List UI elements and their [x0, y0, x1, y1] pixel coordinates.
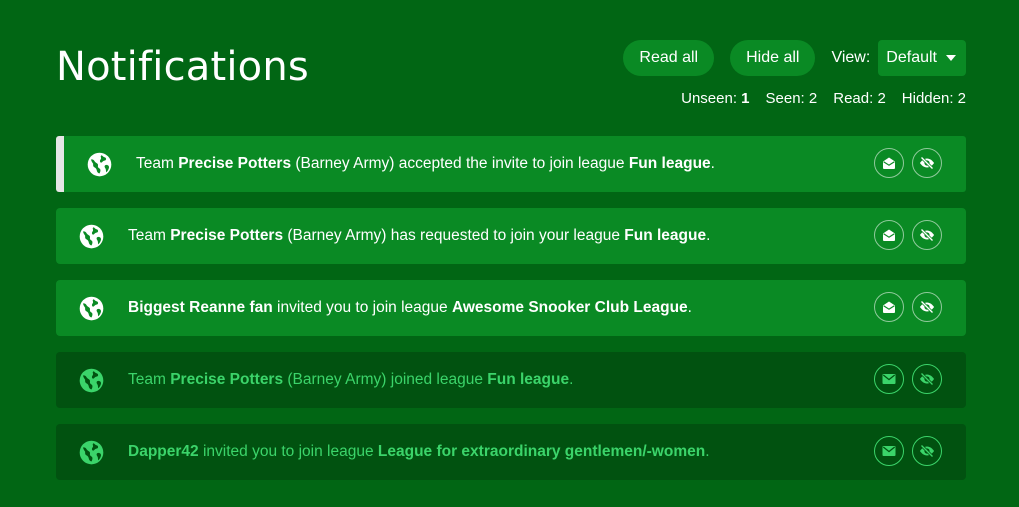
envelope-open-icon: [883, 229, 895, 241]
notification-actions: [866, 436, 942, 466]
envelope-icon: [882, 446, 896, 456]
count-seen: Seen: 2: [765, 90, 818, 107]
caret-down-icon: [946, 55, 956, 61]
view-label: View:: [831, 49, 871, 66]
notification-item[interactable]: Team Precise Potters (Barney Army) has r…: [56, 208, 966, 264]
notification-actions: [866, 364, 942, 394]
message-text: .: [705, 443, 710, 460]
message-entity: Dapper42: [128, 443, 199, 460]
message-text: Team: [136, 155, 179, 172]
message-text: (Barney Army) accepted the invite to joi…: [291, 155, 629, 172]
mark-read-button[interactable]: [874, 148, 904, 178]
notification-actions: [866, 220, 942, 250]
message-entity: Biggest Reanne fan: [128, 299, 273, 316]
hide-button[interactable]: [912, 436, 942, 466]
notification-message: Team Precise Potters (Barney Army) has r…: [128, 227, 710, 245]
globe-icon: [86, 151, 113, 178]
envelope-open-icon: [883, 301, 895, 313]
message-entity: Fun league: [624, 227, 707, 244]
hide-all-button[interactable]: Hide all: [730, 40, 816, 76]
notification-item[interactable]: Dapper42 invited you to join league Leag…: [56, 424, 966, 480]
message-entity: Fun league: [487, 371, 570, 388]
mark-unread-button[interactable]: [874, 436, 904, 466]
view-select-value: Default: [886, 49, 937, 66]
globe-icon: [78, 367, 105, 394]
eye-slash-icon: [920, 444, 934, 458]
notification-message: Team Precise Potters (Barney Army) accep…: [136, 155, 715, 173]
message-text: .: [706, 227, 711, 244]
message-text: .: [687, 299, 692, 316]
message-text: Team: [128, 227, 171, 244]
hide-button[interactable]: [912, 220, 942, 250]
message-text: (Barney Army) joined league: [283, 371, 488, 388]
page-title: Notifications: [56, 44, 309, 90]
hide-button[interactable]: [912, 364, 942, 394]
notification-actions: [866, 292, 942, 322]
notification-item[interactable]: Biggest Reanne fan invited you to join l…: [56, 280, 966, 336]
notification-item[interactable]: Team Precise Potters (Barney Army) accep…: [56, 136, 966, 192]
message-text: invited you to join league: [198, 443, 378, 460]
message-text: .: [710, 155, 715, 172]
message-entity: League for extraordinary gentlemen/-wome…: [377, 443, 706, 460]
globe-icon: [78, 223, 105, 250]
eye-slash-icon: [920, 372, 934, 386]
notification-counts: Unseen: 1 Seen: 2 Read: 2 Hidden: 2: [665, 90, 966, 107]
read-all-button[interactable]: Read all: [623, 40, 715, 76]
eye-slash-icon: [920, 156, 934, 170]
notification-item[interactable]: Team Precise Potters (Barney Army) joine…: [56, 352, 966, 408]
notification-message: Biggest Reanne fan invited you to join l…: [128, 299, 692, 317]
notification-actions: [866, 148, 942, 178]
globe-icon: [78, 439, 105, 466]
message-text: invited you to join league: [272, 299, 452, 316]
mark-unread-button[interactable]: [874, 364, 904, 394]
toolbar: Read all Hide all View: Default: [607, 40, 966, 76]
message-entity: Precise Potters: [170, 371, 284, 388]
eye-slash-icon: [920, 300, 934, 314]
hide-button[interactable]: [912, 148, 942, 178]
message-entity: Awesome Snooker Club League: [451, 299, 688, 316]
envelope-icon: [882, 374, 896, 384]
hide-button[interactable]: [912, 292, 942, 322]
eye-slash-icon: [920, 228, 934, 242]
message-entity: Fun league: [628, 155, 711, 172]
notification-message: Team Precise Potters (Barney Army) joine…: [128, 371, 573, 389]
message-entity: Precise Potters: [178, 155, 292, 172]
count-read: Read: 2: [833, 90, 886, 107]
mark-read-button[interactable]: [874, 292, 904, 322]
count-unseen: Unseen: 1: [681, 90, 750, 107]
mark-read-button[interactable]: [874, 220, 904, 250]
globe-icon: [78, 295, 105, 322]
message-text: Team: [128, 371, 171, 388]
notification-message: Dapper42 invited you to join league Leag…: [128, 443, 710, 461]
envelope-open-icon: [883, 157, 895, 169]
message-text: .: [569, 371, 574, 388]
message-text: (Barney Army) has requested to join your…: [283, 227, 625, 244]
count-hidden: Hidden: 2: [901, 90, 966, 107]
view-select[interactable]: Default: [878, 40, 966, 76]
message-entity: Precise Potters: [170, 227, 284, 244]
